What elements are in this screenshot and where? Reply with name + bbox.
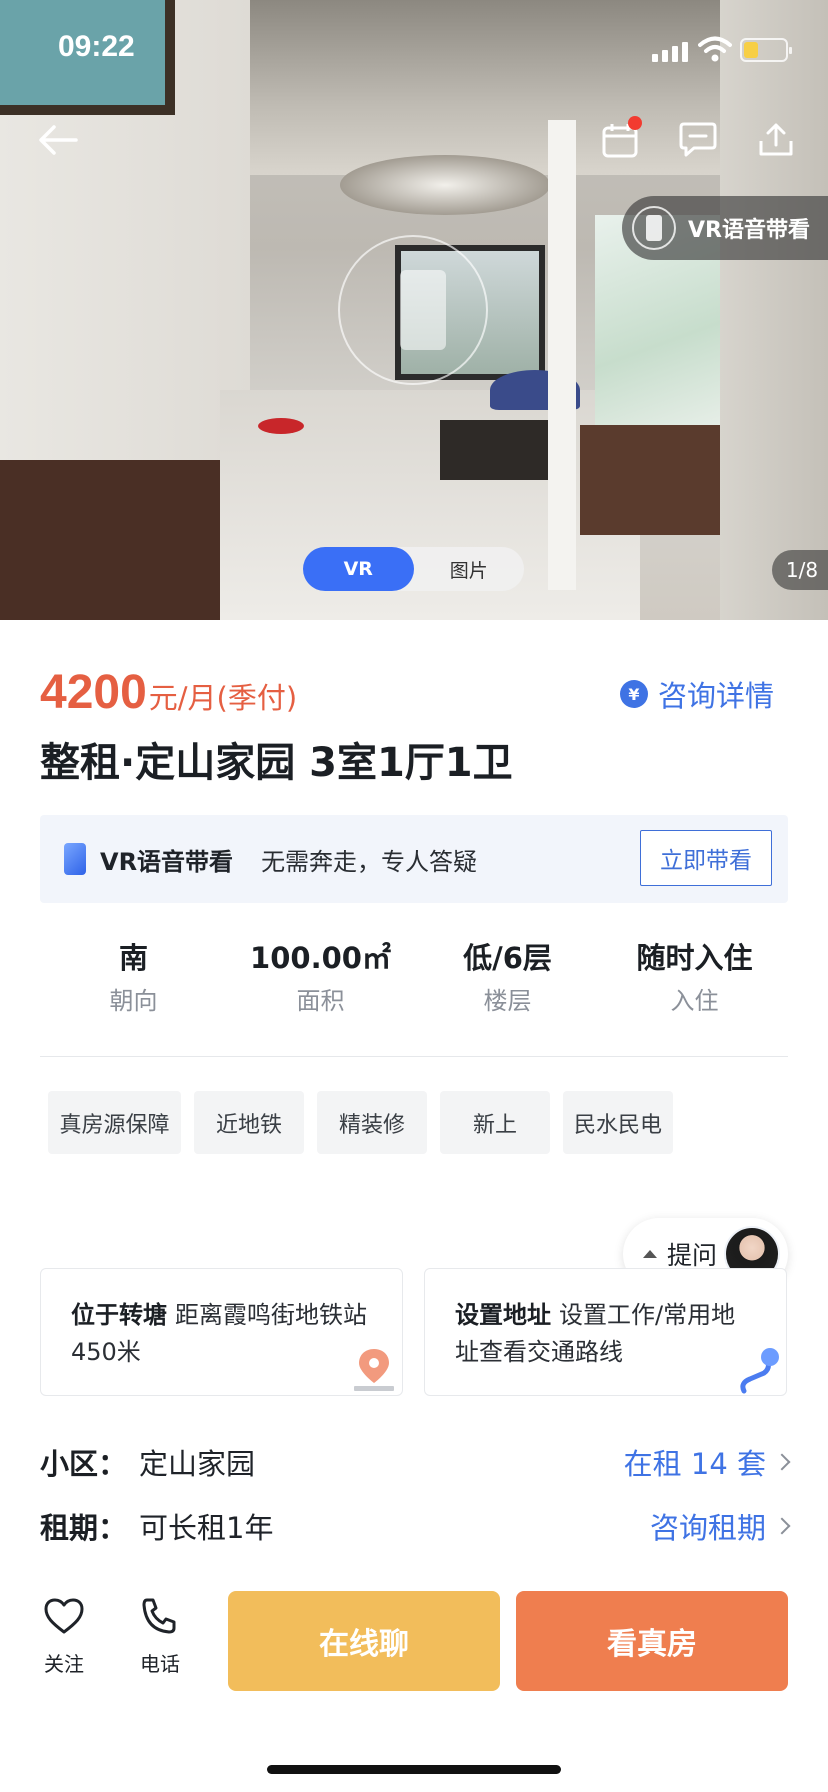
back-arrow-icon[interactable] bbox=[36, 118, 80, 162]
address-card-title: 设置地址 bbox=[455, 1301, 551, 1329]
consult-lease-link[interactable]: 咨询租期 bbox=[649, 1505, 791, 1547]
vr-guide-banner[interactable]: VR语音带看 无需奔走，专人答疑 立即带看 bbox=[40, 815, 788, 903]
listing-title: 整租·定山家园 3室1厅1卫 bbox=[40, 740, 513, 786]
vr-voice-label: VR语音带看 bbox=[688, 218, 810, 243]
location-card-title: 位于转塘 bbox=[71, 1301, 167, 1329]
listings-count-label: 在租 14 套 bbox=[623, 1447, 766, 1481]
online-chat-button[interactable]: 在线聊 bbox=[228, 1591, 500, 1691]
message-icon[interactable] bbox=[676, 118, 720, 162]
tag-near-metro: 近地铁 bbox=[194, 1091, 304, 1154]
media-toggle[interactable]: VR 图片 bbox=[303, 547, 524, 591]
tag-verified: 真房源保障 bbox=[48, 1091, 181, 1154]
consult-lease-label: 咨询租期 bbox=[649, 1511, 766, 1545]
photo-ceiling-light bbox=[340, 155, 550, 215]
lease-row[interactable]: 租期： 可长租1年 咨询租期 bbox=[40, 1504, 791, 1548]
vr-banner-title: VR语音带看 bbox=[100, 847, 234, 876]
location-card-text: 位于转塘 距离霞鸣街地铁站450米 bbox=[71, 1297, 374, 1371]
route-icon bbox=[740, 1348, 779, 1394]
view-property-button[interactable]: 看真房 bbox=[516, 1591, 788, 1691]
bottom-action-bar: 关注 电话 在线聊 看真房 bbox=[0, 1570, 828, 1710]
wifi-icon bbox=[698, 34, 732, 64]
property-photo[interactable] bbox=[0, 0, 828, 620]
chevron-right-icon bbox=[773, 1517, 791, 1535]
follow-button[interactable]: 关注 bbox=[24, 1596, 104, 1677]
tag-utilities: 民水民电 bbox=[563, 1091, 673, 1154]
fact-floor: 低/6层 楼层 bbox=[414, 935, 601, 1016]
follow-label: 关注 bbox=[44, 1652, 84, 1676]
heart-icon bbox=[44, 1598, 84, 1634]
consult-details-label: 咨询详情 bbox=[658, 679, 775, 713]
fact-value: 随时入住 bbox=[636, 941, 753, 975]
listings-count-link[interactable]: 在租 14 套 bbox=[623, 1441, 791, 1483]
battery-icon bbox=[740, 38, 792, 62]
fact-orientation: 南 朝向 bbox=[40, 935, 227, 1016]
status-time: 09:22 bbox=[58, 30, 135, 63]
vr-voice-icon bbox=[632, 206, 676, 250]
phone-button[interactable]: 电话 bbox=[120, 1596, 200, 1677]
vr-voice-guide-button[interactable]: VR语音带看 bbox=[622, 196, 828, 260]
yen-coin-icon: ¥ bbox=[620, 680, 648, 708]
chevron-right-icon bbox=[773, 1453, 791, 1471]
photo-wainscot bbox=[0, 460, 250, 620]
lease-value: 可长租1年 bbox=[139, 1511, 274, 1545]
fact-label: 楼层 bbox=[483, 987, 532, 1015]
home-indicator[interactable] bbox=[267, 1765, 561, 1774]
photo-pillar bbox=[548, 120, 576, 590]
lease-key: 租期： bbox=[40, 1511, 128, 1545]
notification-dot bbox=[628, 116, 642, 130]
community-row[interactable]: 小区： 定山家园 在租 14 套 bbox=[40, 1440, 791, 1484]
phone-label: 电话 bbox=[140, 1652, 180, 1676]
caret-up-icon bbox=[643, 1250, 657, 1258]
phone-icon bbox=[142, 1598, 176, 1634]
address-card[interactable]: 设置地址 设置工作/常用地址查看交通路线 bbox=[424, 1268, 787, 1396]
photo-table bbox=[440, 420, 550, 480]
cellular-signal-icon bbox=[652, 40, 688, 62]
divider bbox=[40, 1056, 788, 1057]
vr-glyph-icon bbox=[400, 270, 446, 350]
photo-wall-right bbox=[720, 0, 828, 620]
vr-logo-icon bbox=[64, 843, 86, 875]
price: 4200 元/月(季付) bbox=[40, 665, 297, 720]
address-card-text: 设置地址 设置工作/常用地址查看交通路线 bbox=[455, 1297, 758, 1371]
start-guide-button[interactable]: 立即带看 bbox=[640, 830, 772, 886]
location-card[interactable]: 位于转塘 距离霞鸣街地铁站450米 bbox=[40, 1268, 403, 1396]
tab-vr[interactable]: VR bbox=[303, 547, 414, 591]
map-pin-icon bbox=[354, 1349, 394, 1391]
tag-renovated: 精装修 bbox=[317, 1091, 427, 1154]
fact-label: 面积 bbox=[296, 987, 345, 1015]
photo-counter: 1/8 bbox=[772, 550, 828, 590]
share-icon[interactable] bbox=[754, 118, 798, 162]
ask-question-label: 提问 bbox=[667, 1241, 718, 1270]
price-value: 4200 bbox=[40, 666, 147, 719]
fact-move-in: 随时入住 入住 bbox=[601, 935, 788, 1016]
feature-tags: 真房源保障 近地铁 精装修 新上 民水民电 bbox=[48, 1091, 686, 1154]
vr-banner-desc: 无需奔走，专人答疑 bbox=[261, 847, 478, 876]
community-key: 小区： bbox=[40, 1447, 128, 1481]
tab-photos[interactable]: 图片 bbox=[414, 547, 525, 591]
fact-label: 入住 bbox=[670, 987, 719, 1015]
photo-stool bbox=[258, 418, 304, 434]
fact-value: 低/6层 bbox=[463, 941, 552, 975]
fact-value: 南 bbox=[118, 941, 148, 975]
fact-label: 朝向 bbox=[109, 987, 158, 1015]
fact-area: 100.00㎡ 面积 bbox=[227, 935, 414, 1016]
price-unit: 元/月(季付) bbox=[148, 681, 298, 715]
community-value: 定山家园 bbox=[139, 1447, 256, 1481]
property-facts: 南 朝向 100.00㎡ 面积 低/6层 楼层 随时入住 入住 bbox=[40, 935, 788, 1016]
fact-value: 100.00㎡ bbox=[250, 941, 391, 975]
tag-new: 新上 bbox=[440, 1091, 550, 1154]
consult-details-link[interactable]: ¥ 咨询详情 bbox=[620, 673, 774, 715]
